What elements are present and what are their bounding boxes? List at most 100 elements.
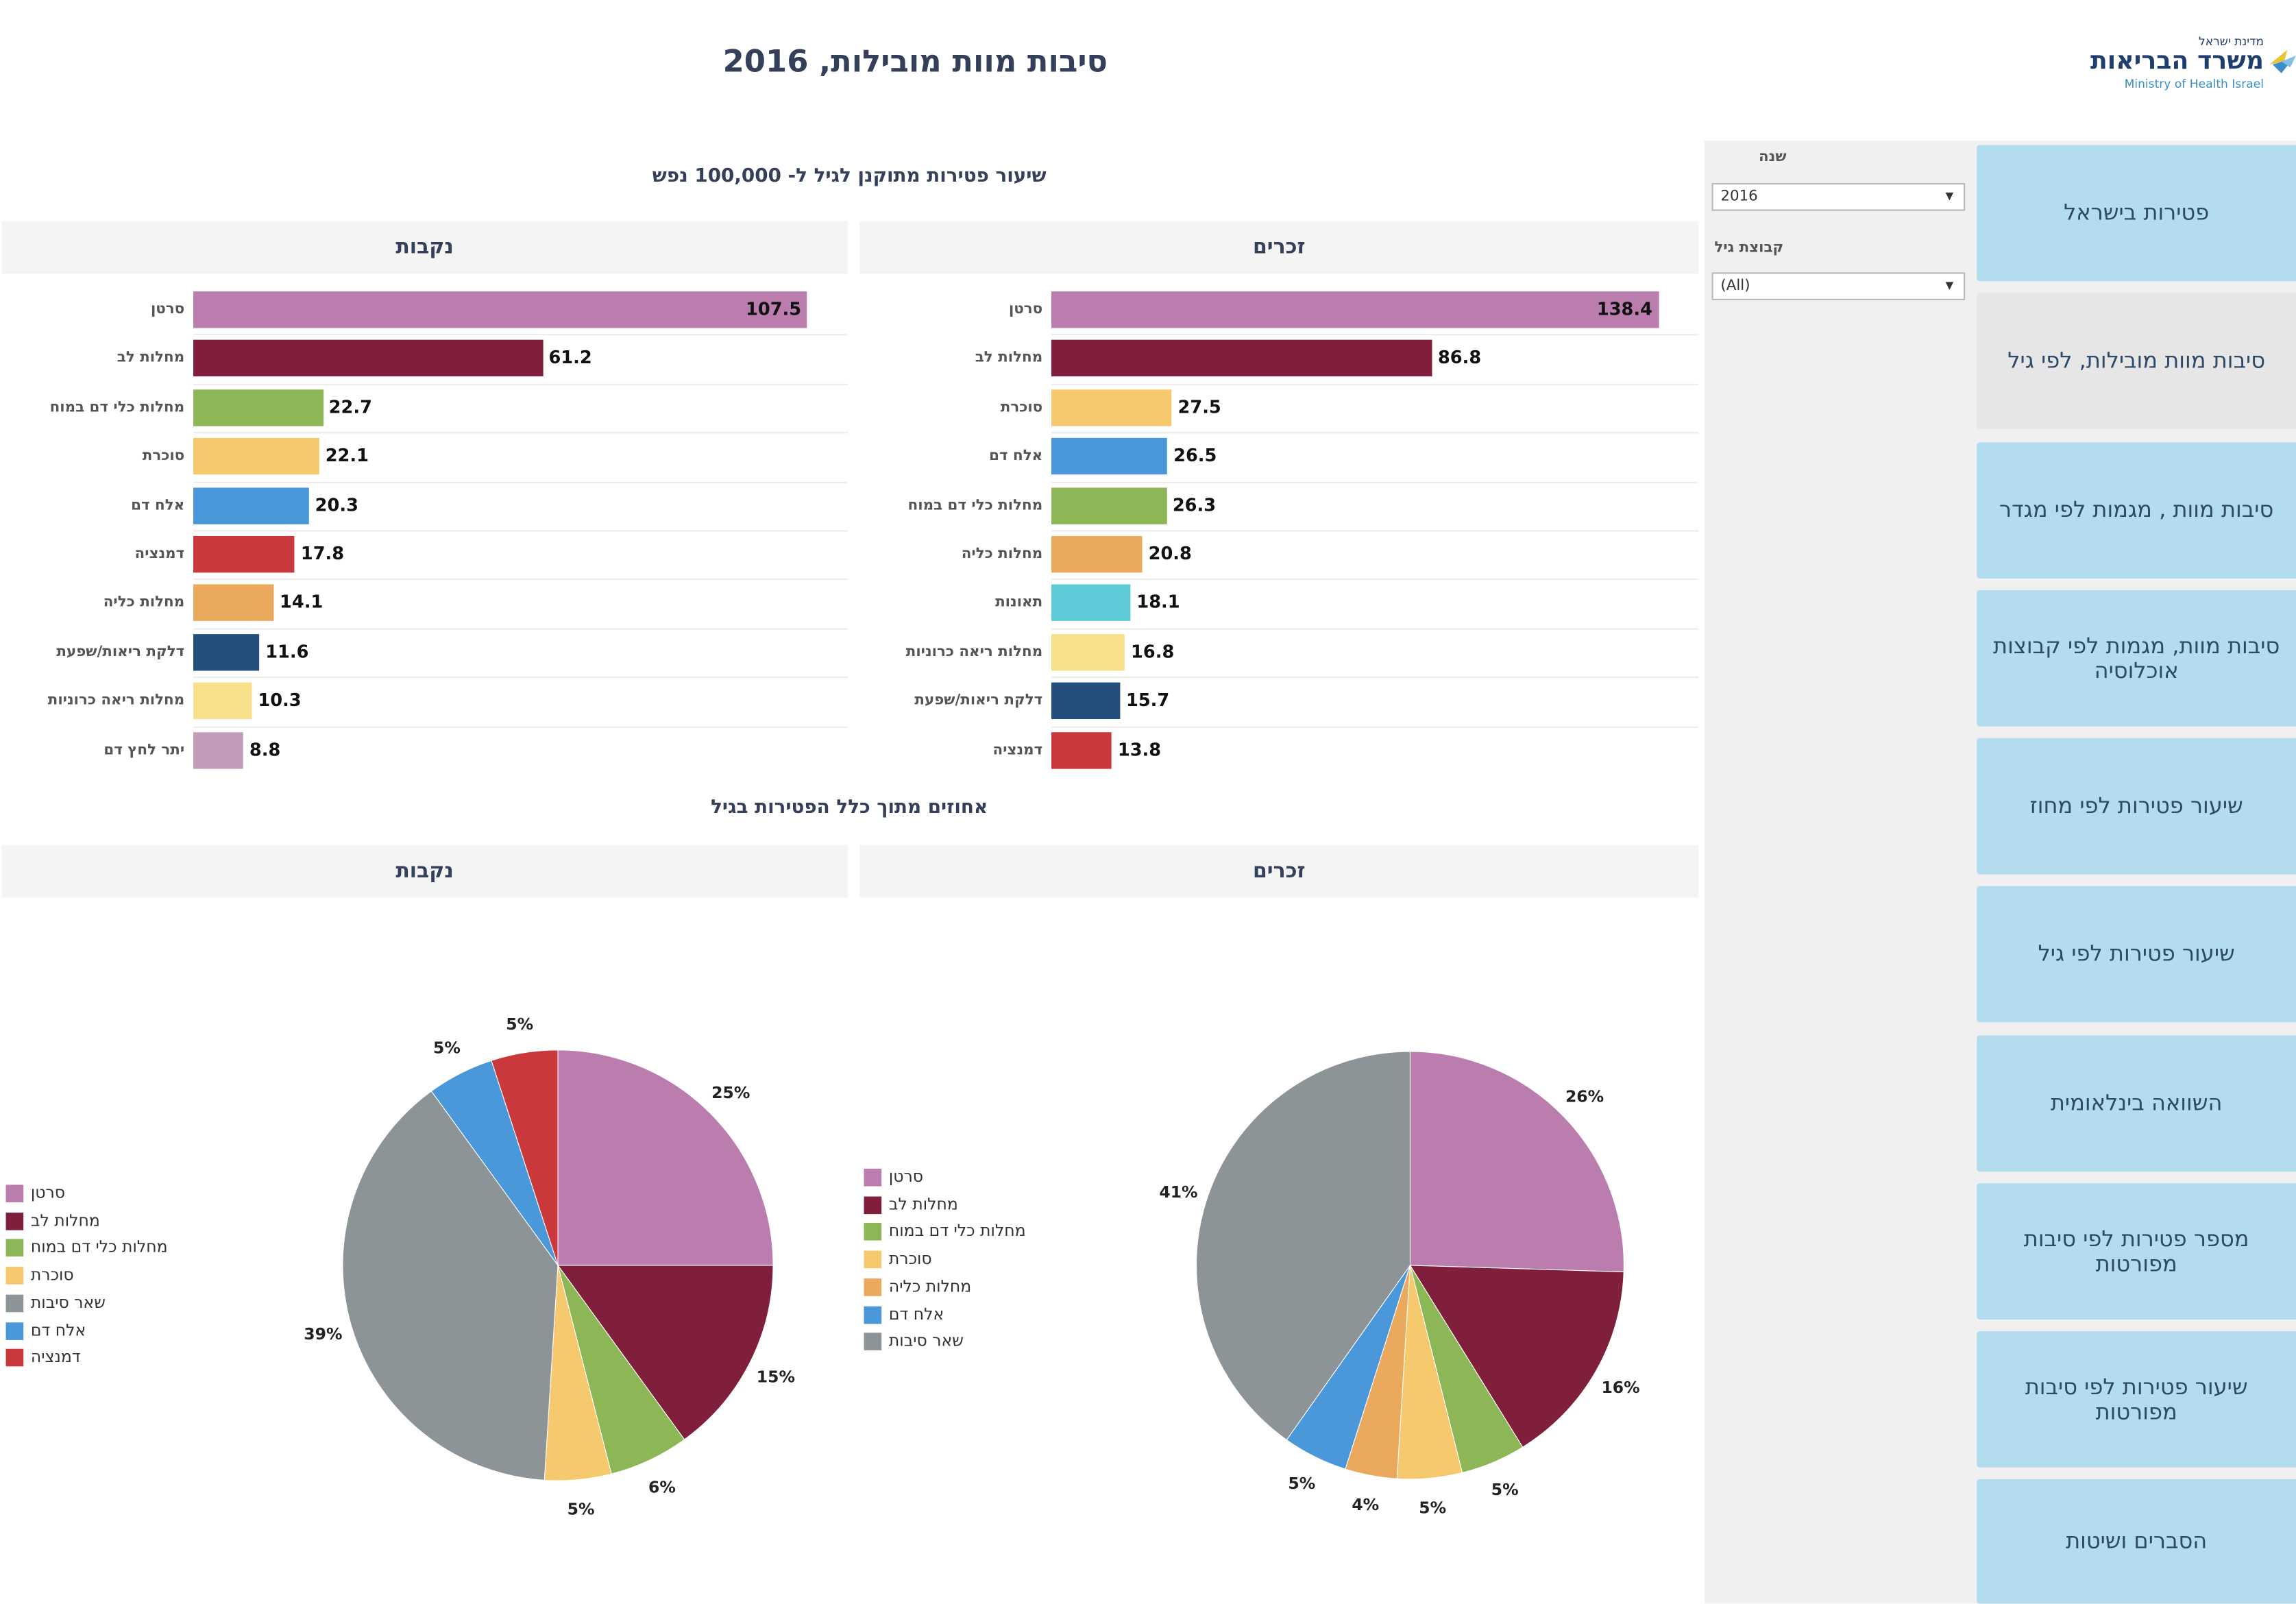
- bar[interactable]: [193, 438, 320, 475]
- bar-value-label: 26.5: [1173, 445, 1217, 466]
- bar-value-label: 18.1: [1136, 592, 1180, 613]
- nav-button-label: הסברים ושיטות: [2066, 1527, 2208, 1554]
- nav-button[interactable]: שיעור פטירות לפי גיל: [1977, 886, 2296, 1023]
- bar[interactable]: [1051, 731, 1112, 768]
- bar[interactable]: [193, 683, 252, 720]
- legend-label: סרטן: [888, 1167, 924, 1187]
- legend-label: סרטן: [30, 1183, 66, 1203]
- nav-button-label: השוואה בינלאומית: [2050, 1089, 2223, 1117]
- legend-swatch: [5, 1239, 24, 1257]
- legend-male: סרטן מחלות לב מחלות כלי דם במוח סוכרת מחלות …: [864, 1165, 1084, 1370]
- legend-swatch: [5, 1212, 24, 1230]
- pie-slice[interactable]: [1409, 1051, 1624, 1273]
- nav-button-label: סיבות מוות, מגמות לפי קבוצות אוכלוסיה: [1993, 631, 2280, 683]
- age-filter-label: קבוצת גיל: [1714, 240, 1784, 256]
- bar-chart-male: סרטן 138.4 מחלות לב 86.8 סוכרת 27.5 אלח דם 26.5…: [859, 286, 1699, 777]
- nav-button-label: שיעור פטירות לפי מחוז: [2029, 792, 2243, 819]
- legend-label: אלח דם: [30, 1320, 86, 1339]
- bars-female-header: נקבות: [1, 221, 848, 274]
- pie-percent-label: 25%: [711, 1083, 750, 1102]
- age-select-value: (All): [1720, 278, 1750, 295]
- bar[interactable]: [1051, 683, 1121, 720]
- row-divider: [193, 432, 848, 434]
- pies-section-title: אחוזים מתוך כלל הפטירות בגיל: [711, 797, 988, 819]
- dove-logo-icon: [2269, 49, 2296, 73]
- legend-label: מחלות כלי דם במוח: [888, 1222, 1026, 1241]
- row-divider: [1051, 628, 1699, 630]
- nav-button[interactable]: שיעור פטירות לפי סיבות מפורטות: [1977, 1331, 2296, 1468]
- legend-swatch: [5, 1294, 24, 1312]
- bar-value-label: 15.7: [1126, 690, 1170, 711]
- nav-button[interactable]: הסברים ושיטות: [1977, 1479, 2296, 1604]
- bar[interactable]: [1051, 389, 1172, 426]
- bar-category-label: דמנציה: [134, 546, 185, 563]
- nav-button[interactable]: מספר פטירות לפי סיבות מפורטות: [1977, 1183, 2296, 1320]
- bar-category-label: סרטן: [150, 302, 185, 318]
- bar-value-label: 20.3: [315, 494, 358, 515]
- bar[interactable]: [193, 633, 260, 671]
- bar-value-label: 107.5: [746, 298, 802, 319]
- nav-button[interactable]: שיעור פטירות לפי מחוז: [1977, 738, 2296, 875]
- nav-button-label: מספר פטירות לפי סיבות מפורטות: [2023, 1225, 2249, 1276]
- row-divider: [1051, 383, 1699, 385]
- row-divider: [193, 530, 848, 532]
- year-select-value: 2016: [1720, 189, 1758, 206]
- nav-button[interactable]: פטירות בישראל: [1977, 145, 2296, 282]
- row-divider: [1051, 579, 1699, 581]
- pie-slice[interactable]: [557, 1049, 774, 1266]
- nav-button-label: סיבות מוות , מגמות לפי מגדר: [1999, 496, 2274, 523]
- bar-value-label: 27.5: [1177, 396, 1221, 417]
- bar-category-label: יתר לחץ דם: [103, 742, 185, 758]
- bar[interactable]: [1051, 340, 1432, 377]
- bar[interactable]: [193, 585, 274, 622]
- bar[interactable]: [193, 535, 295, 573]
- nav-button[interactable]: סיבות מוות, מגמות לפי קבוצות אוכלוסיה: [1977, 590, 2296, 727]
- pie-percent-label: 5%: [506, 1014, 533, 1034]
- bar-value-label: 17.8: [300, 543, 345, 564]
- nav-button-label: סיבות מוות מובילות, לפי גיל: [2007, 347, 2266, 374]
- bar-value-label: 22.7: [328, 396, 372, 417]
- age-group-select[interactable]: (All) ▼: [1711, 272, 1966, 300]
- legend-label: דמנציה: [30, 1347, 81, 1367]
- bar[interactable]: [1051, 438, 1168, 475]
- bar[interactable]: [193, 487, 310, 524]
- bar[interactable]: [193, 291, 807, 328]
- pie-percent-label: 15%: [757, 1367, 795, 1386]
- bar-value-label: 14.1: [280, 592, 323, 613]
- pie-percent-label: 5%: [1288, 1474, 1315, 1493]
- row-divider: [1051, 677, 1699, 679]
- ministry-logo: מדינת ישראל משרד הבריאות Ministry of Hea…: [2050, 35, 2296, 99]
- logo-english: Ministry of Health Israel: [2124, 77, 2264, 91]
- year-select[interactable]: 2016 ▼: [1711, 183, 1966, 211]
- bar-category-label: מחלות לב: [117, 350, 185, 367]
- bar[interactable]: [1051, 585, 1131, 622]
- row-divider: [193, 725, 848, 727]
- bar[interactable]: [1051, 291, 1659, 328]
- legend-swatch: [864, 1223, 882, 1241]
- bar[interactable]: [1051, 535, 1143, 573]
- nav-button-active[interactable]: סיבות מוות מובילות, לפי גיל: [1977, 293, 2296, 429]
- bar[interactable]: [193, 389, 323, 426]
- bar-category-label: סוכרת: [142, 448, 185, 465]
- bar[interactable]: [1051, 633, 1125, 671]
- bar-category-label: אלח דם: [989, 448, 1043, 465]
- legend-swatch: [5, 1349, 24, 1367]
- bar[interactable]: [193, 340, 543, 377]
- nav-button[interactable]: השוואה בינלאומית: [1977, 1035, 2296, 1172]
- dashboard: סיבות מוות מובילות, 2016 מדינת ישראל משר…: [0, 0, 2296, 1604]
- bar-value-label: 22.1: [325, 445, 369, 466]
- nav-button[interactable]: סיבות מוות , מגמות לפי מגדר: [1977, 442, 2296, 579]
- row-divider: [1051, 725, 1699, 727]
- legend-swatch: [864, 1305, 882, 1324]
- legend-label: סוכרת: [30, 1265, 74, 1285]
- pie-percent-label: 39%: [304, 1324, 342, 1344]
- row-divider: [193, 677, 848, 679]
- nav-button-label: פטירות בישראל: [2064, 199, 2210, 226]
- legend-label: סוכרת: [888, 1249, 932, 1269]
- bar-value-label: 26.3: [1172, 494, 1217, 515]
- bar-value-label: 86.8: [1437, 348, 1482, 369]
- row-divider: [193, 334, 848, 337]
- bar[interactable]: [1051, 487, 1167, 524]
- bar[interactable]: [193, 731, 244, 768]
- bar-category-label: אלח דם: [131, 497, 185, 514]
